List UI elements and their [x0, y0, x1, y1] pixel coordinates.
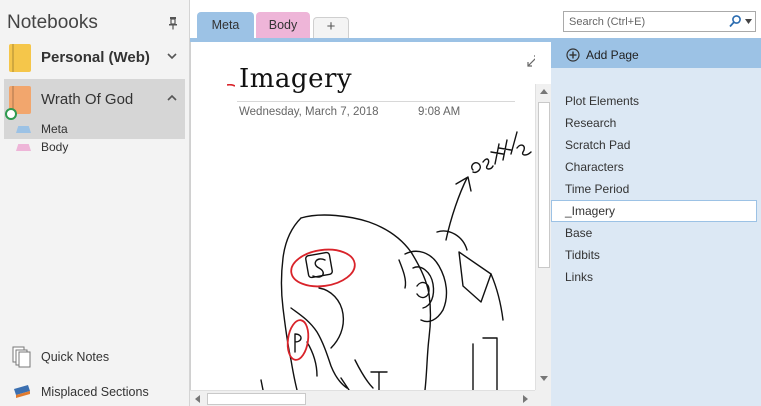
chevron-down-icon[interactable]: [167, 52, 177, 60]
scrollbar-corner: [535, 390, 551, 406]
scroll-left-icon[interactable]: [193, 394, 203, 404]
ink-word-settle: [470, 131, 532, 174]
page-item-imagery[interactable]: _Imagery: [551, 200, 757, 222]
section-tab-icon: [16, 126, 31, 133]
add-page-button[interactable]: Add Page: [551, 42, 761, 68]
ink-head-left: [280, 217, 302, 390]
page-item-plot-elements[interactable]: Plot Elements: [551, 90, 757, 112]
page-item-tidbits[interactable]: Tidbits: [551, 244, 757, 266]
sync-icon: [5, 108, 17, 120]
ink-loop-small: [416, 281, 430, 299]
ink-drawing: [260, 131, 532, 390]
scroll-up-icon[interactable]: [539, 87, 549, 97]
tab-meta[interactable]: Meta: [197, 12, 254, 38]
ink-body-right: [482, 337, 498, 390]
add-page-label: Add Page: [586, 48, 639, 62]
ink-ear-inner: [412, 266, 435, 309]
ink-bottom-letter: [370, 371, 388, 390]
add-circle-icon: [566, 48, 580, 62]
page-item-links[interactable]: Links: [551, 266, 757, 288]
add-section-tab[interactable]: +: [313, 17, 349, 38]
page-canvas[interactable]: Imagery Wednesday, March 7, 2018 9:08 AM: [190, 42, 535, 390]
ink-hair-block: [458, 251, 492, 303]
misplaced-sections-label: Misplaced Sections: [41, 385, 149, 399]
vertical-scrollbar[interactable]: [535, 84, 551, 390]
ink-face-detail: [306, 341, 318, 377]
ink-letter-s: [312, 258, 326, 278]
search-input[interactable]: [564, 12, 724, 31]
notebook-label: Personal (Web): [41, 49, 150, 66]
ink-red-circle-side: [286, 319, 310, 361]
ink-hair-block-2: [490, 273, 504, 321]
ink-neck: [354, 359, 374, 389]
ink-head-outline: [300, 214, 432, 390]
ink-letter-p: [294, 333, 302, 353]
search-icon[interactable]: [729, 15, 741, 28]
onenote-window: Notebooks Personal (Web) Wrath Of God Me…: [0, 0, 761, 406]
horizontal-scroll-thumb[interactable]: [207, 393, 306, 405]
page-list-pane: Add Page Plot Elements Research Scratch …: [551, 42, 761, 406]
page-item-research[interactable]: Research: [551, 112, 757, 134]
page-item-characters[interactable]: Characters: [551, 156, 757, 178]
ink-cheek: [318, 287, 345, 349]
page-item-scratch-pad[interactable]: Scratch Pad: [551, 134, 757, 156]
tab-body[interactable]: Body: [256, 12, 310, 38]
notebook-icon: [9, 44, 31, 72]
search-box[interactable]: [563, 11, 756, 32]
notebook-wrath-of-god[interactable]: Wrath Of God: [4, 79, 185, 139]
ink-bottom-mark: [260, 377, 350, 390]
ink-letter-s-box: [305, 251, 333, 279]
search-scope-dropdown-icon[interactable]: [745, 19, 752, 24]
ink-arrow-line: [445, 177, 468, 241]
notebook-label: Wrath Of God: [41, 91, 134, 108]
pin-icon[interactable]: [168, 16, 178, 30]
ink-red-circle-top: [290, 248, 356, 288]
notebook-pane: Notebooks Personal (Web) Wrath Of God Me…: [0, 0, 190, 406]
chevron-up-icon[interactable]: [167, 94, 177, 102]
quick-notes-icon: [12, 346, 31, 368]
section-label: Meta: [41, 122, 68, 136]
section-tab-icon: [16, 144, 31, 151]
ink-tentacle: [436, 230, 468, 251]
section-label: Body: [41, 140, 69, 154]
quick-notes-label: Quick Notes: [41, 350, 110, 364]
section-tabs-bar: Meta Body +: [190, 0, 553, 38]
misplaced-sections-link[interactable]: Misplaced Sections: [10, 379, 185, 405]
ink-ear-right: [404, 250, 448, 323]
notebook-personal-web[interactable]: Personal (Web): [4, 37, 185, 79]
quick-notes-link[interactable]: Quick Notes: [10, 344, 185, 370]
notebook-pane-title: Notebooks: [7, 12, 98, 33]
vertical-scroll-thumb[interactable]: [538, 102, 550, 268]
scroll-right-icon[interactable]: [520, 394, 530, 404]
page-item-time-period[interactable]: Time Period: [551, 178, 757, 200]
page-item-base[interactable]: Base: [551, 222, 757, 244]
misplaced-sections-icon: [14, 385, 30, 398]
horizontal-scrollbar[interactable]: [190, 390, 535, 406]
scroll-down-icon[interactable]: [539, 373, 549, 383]
ink-ear-bump: [398, 259, 407, 289]
